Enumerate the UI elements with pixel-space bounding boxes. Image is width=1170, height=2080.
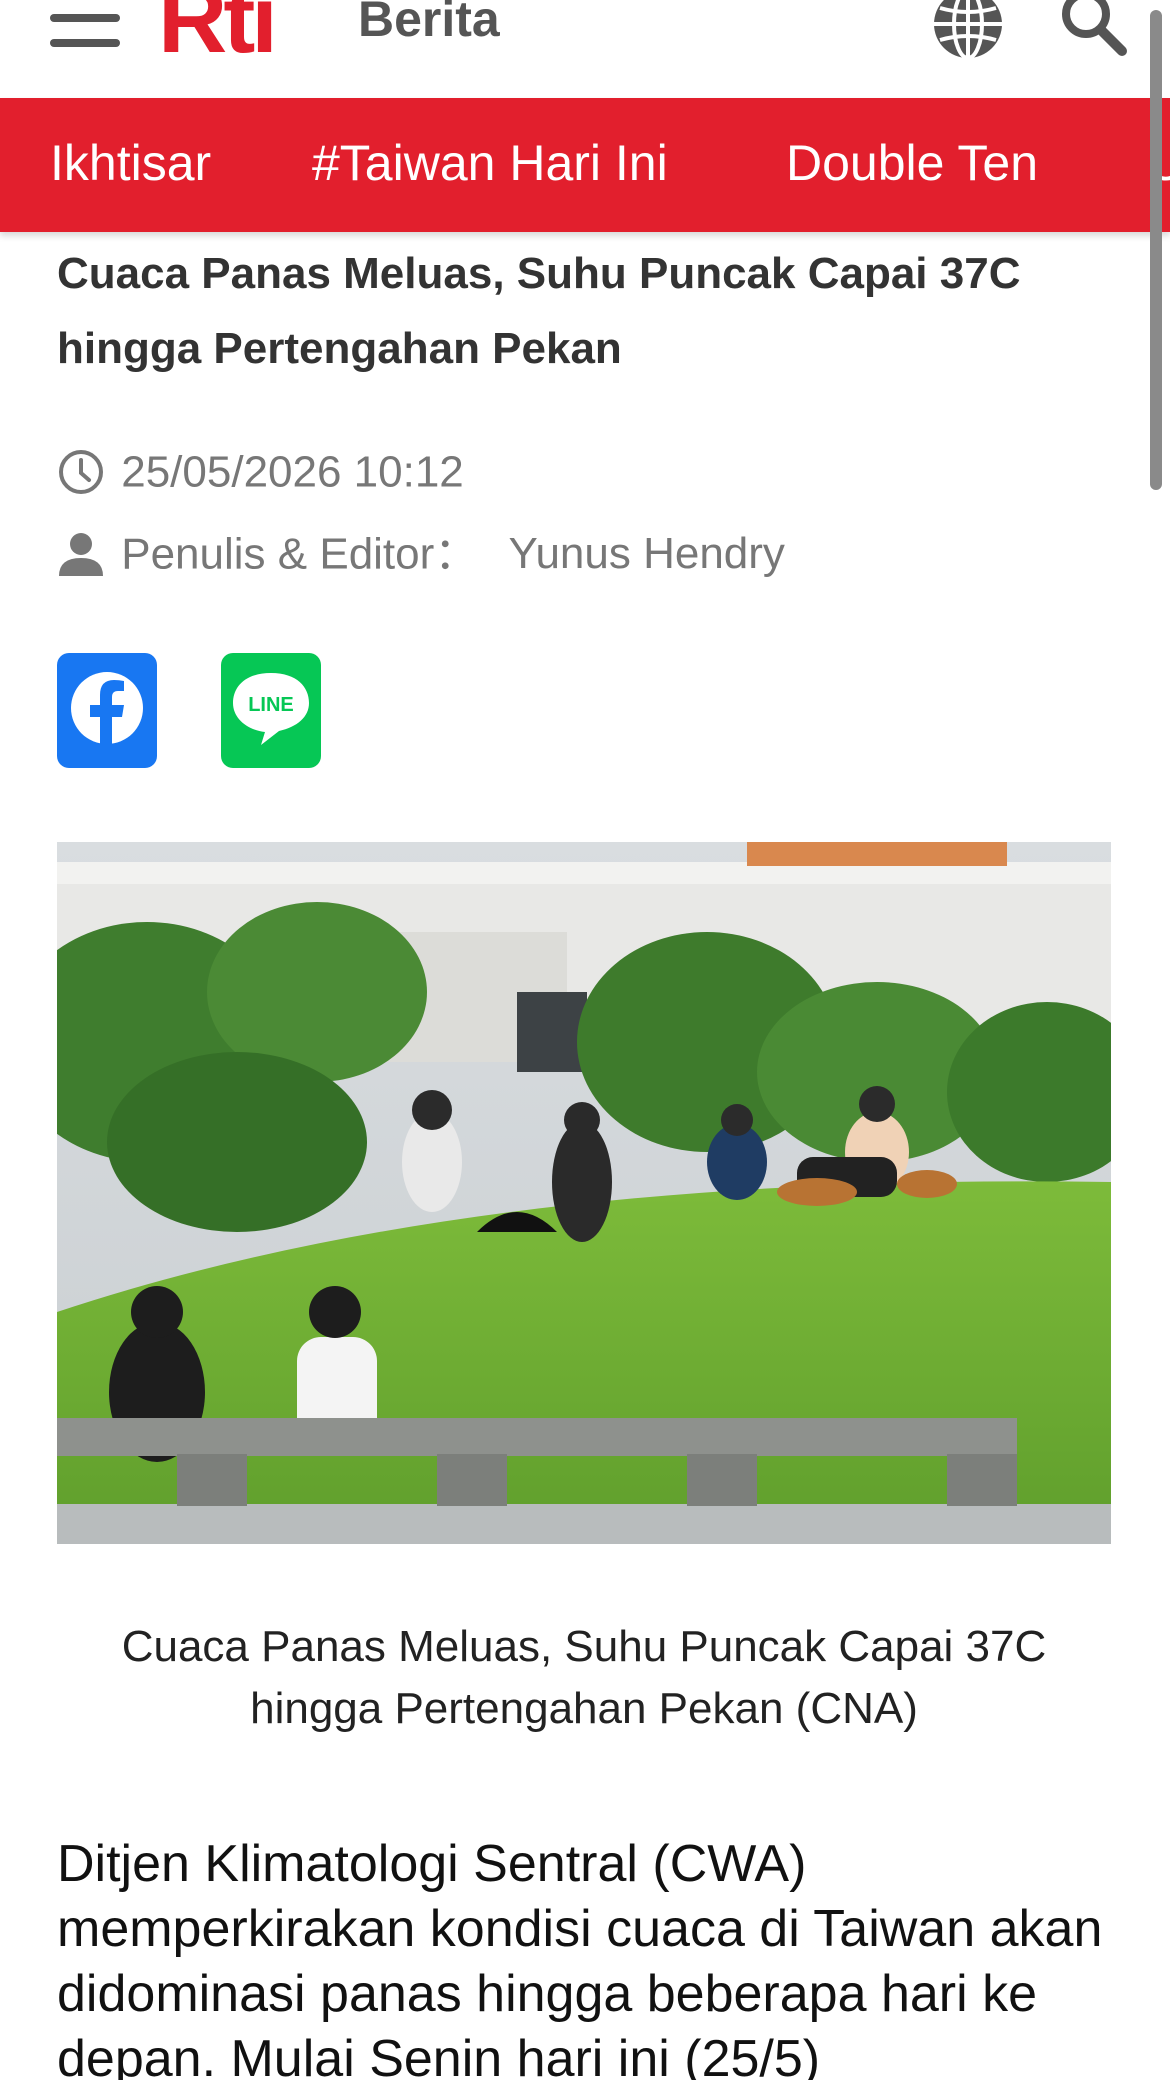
article-headline: Cuaca Panas Meluas, Suhu Puncak Capai 37… [57, 249, 1021, 373]
line-icon-text: LINE [248, 694, 294, 716]
line-icon: LINE [233, 673, 309, 745]
rti-logo[interactable]: Rti [158, 0, 278, 68]
author-name[interactable]: Yunus Hendry [509, 529, 785, 578]
scrollbar[interactable] [1150, 10, 1162, 490]
globe-icon[interactable] [930, 0, 1006, 62]
tab-ikhtisar[interactable]: Ikhtisar [50, 136, 211, 191]
article-author-row: Penulis & Editor： Yunus Hendry [57, 530, 785, 578]
category-tabbar: Ikhtisar #Taiwan Hari Ini Double Ten U [0, 98, 1170, 232]
article-page: Rti Berita Ikhtisar #Taiwan Hari Ini Dou… [0, 0, 1170, 2080]
clock-icon [59, 450, 103, 495]
person-icon [59, 533, 103, 577]
share-line-button[interactable]: LINE [221, 653, 321, 768]
facebook-icon [71, 672, 143, 748]
top-header: Rti Berita [0, 0, 1170, 98]
tab-taiwan-hari-ini[interactable]: #Taiwan Hari Ini [312, 136, 668, 191]
author-label: Penulis & Editor： [121, 529, 479, 579]
menu-icon[interactable] [50, 8, 122, 48]
search-icon[interactable] [1058, 0, 1128, 56]
photo-caption: Cuaca Panas Meluas, Suhu Puncak Capai 37… [121, 1622, 1047, 1733]
tab-double-ten[interactable]: Double Ten [786, 136, 1038, 191]
share-facebook-button[interactable] [57, 653, 157, 768]
article-datetime: 25/05/2026 10:12 [121, 447, 464, 497]
article-photo[interactable] [57, 842, 1111, 1544]
article-body: Ditjen Klimatologi Sentral (CWA) memperk… [57, 1835, 1103, 2080]
section-title: Berita [358, 0, 500, 47]
article-date-row: 25/05/2026 10:12 [57, 448, 464, 496]
